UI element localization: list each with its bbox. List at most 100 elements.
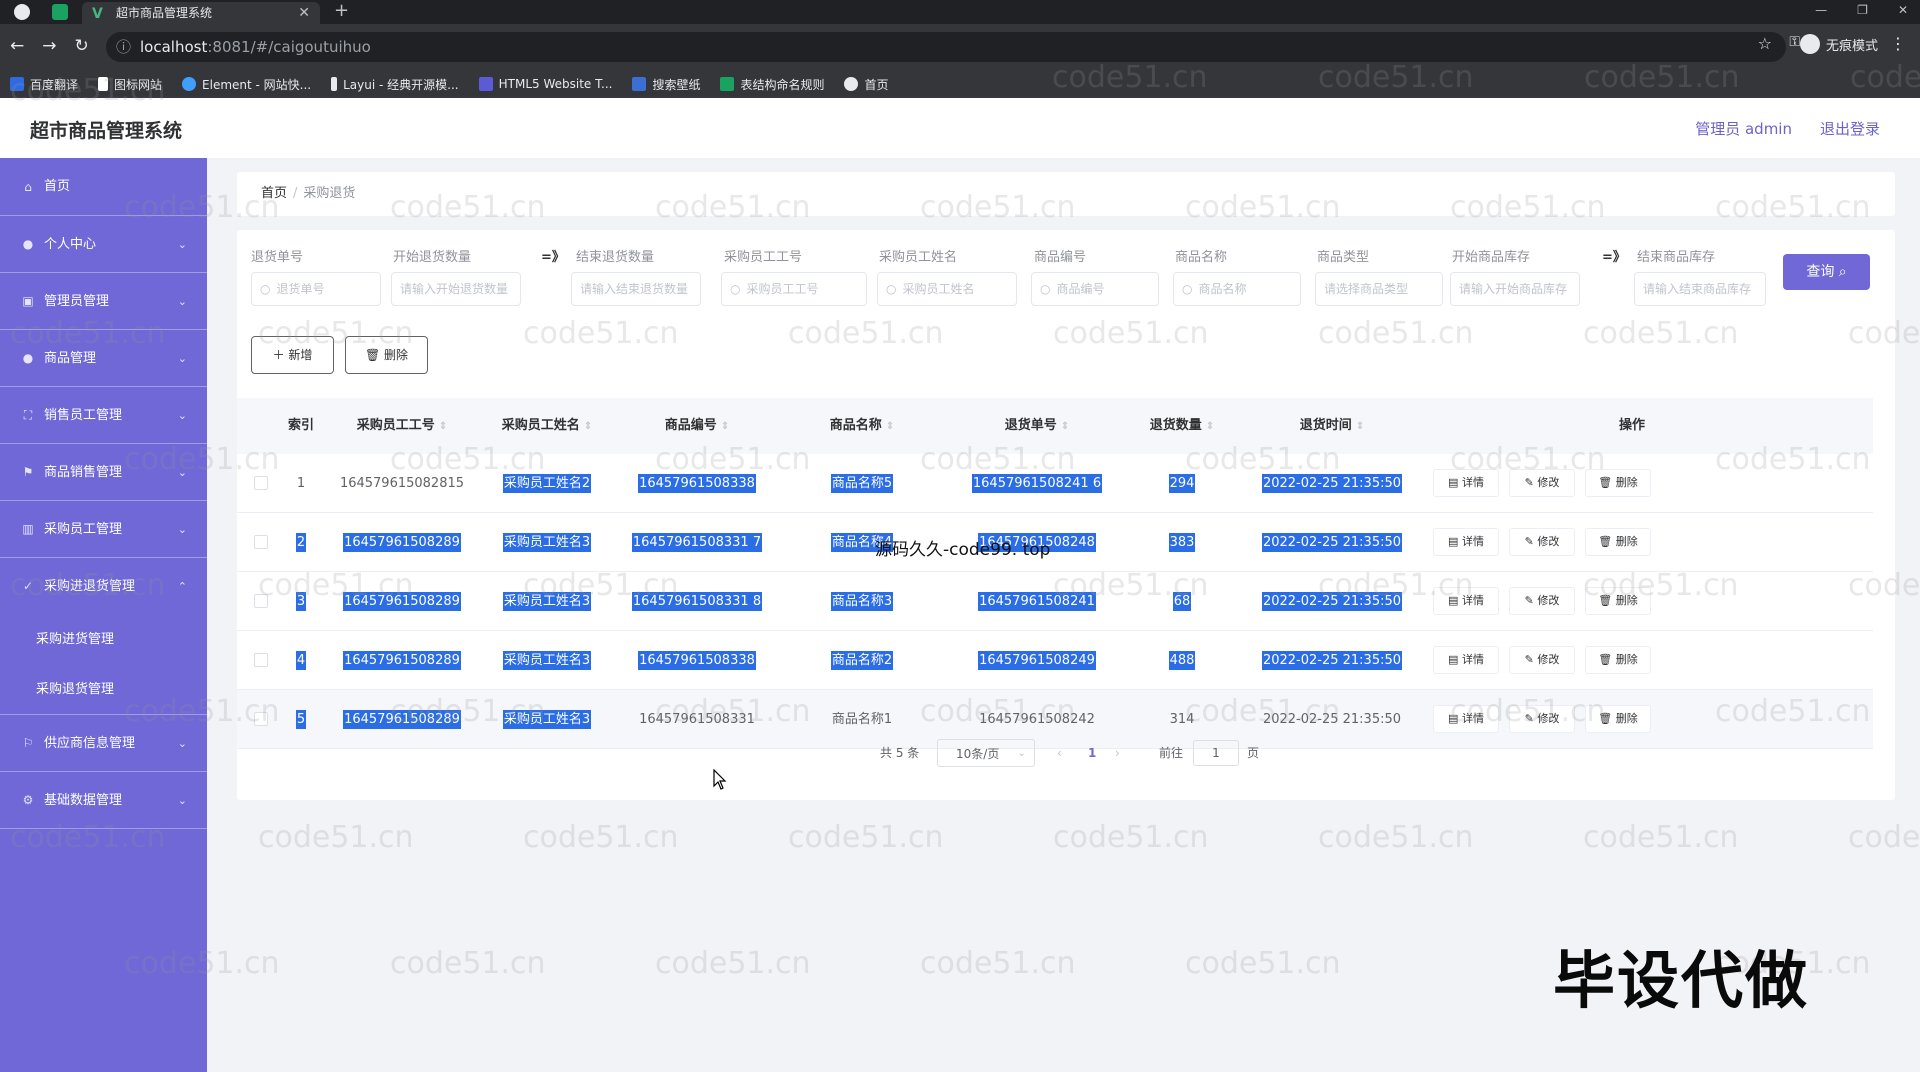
end-stock-input[interactable]: 请输入结束商品库存 [1634, 272, 1766, 306]
tab-close-icon[interactable]: ✕ [298, 2, 310, 24]
sidebar-item-purchase-staff[interactable]: ▥ 采购员工管理 ⌄ [0, 501, 207, 558]
address-bar[interactable]: ⓘ localhost:8081/#/caigoutuihuo [106, 32, 1786, 62]
bookmark-item[interactable]: HTML5 Website T... [478, 77, 612, 91]
bookmark-item[interactable]: Element - 网站快... [182, 76, 311, 93]
edit-button[interactable]: ✎ 修改 [1509, 528, 1575, 556]
staff-name-input[interactable]: ○ 采购员工姓名 [877, 272, 1017, 306]
cell-staff-id: 16457961508289 [337, 631, 467, 690]
add-button[interactable]: ＋ 新增 [251, 336, 334, 374]
sort-icon[interactable]: ⇕ [1061, 421, 1069, 432]
edit-button[interactable]: ✎ 修改 [1509, 646, 1575, 674]
prev-page-icon[interactable]: ‹ [1057, 739, 1062, 767]
incognito-profile[interactable]: 无痕模式 [1799, 34, 1878, 54]
return-no-input[interactable]: ○ 退货单号 [251, 272, 381, 306]
submenu-item-purchase-in[interactable]: 采购进货管理 [0, 615, 207, 665]
row-delete-button[interactable]: 🗑 删除 [1585, 705, 1651, 733]
key-icon[interactable]: ⚿ [1789, 34, 1800, 50]
row-delete-button[interactable]: 🗑 删除 [1585, 587, 1651, 615]
col-staff-id[interactable]: 采购员工工号 ⇕ [337, 398, 467, 454]
product-no-input[interactable]: ○ 商品编号 [1031, 272, 1159, 306]
row-checkbox[interactable] [254, 476, 268, 490]
browser-tab-active[interactable]: V 超市商品管理系统 ✕ [82, 2, 320, 24]
back-icon[interactable]: ← [10, 36, 24, 56]
row-checkbox[interactable] [254, 653, 268, 667]
window-close-icon[interactable]: ✕ [1898, 0, 1908, 20]
detail-button[interactable]: ▤ 详情 [1433, 587, 1499, 615]
row-delete-button[interactable]: 🗑 删除 [1585, 646, 1651, 674]
restore-icon[interactable]: ❐ [1857, 0, 1868, 20]
sidebar: ⌂ 首页 ● 个人中心 ⌄ ▣ 管理员管理 ⌄ ● 商品管理 ⌄ ⛶ 销售员工管… [0, 158, 207, 1072]
edit-button[interactable]: ✎ 修改 [1509, 705, 1575, 733]
col-product-name[interactable]: 商品名称 ⇕ [797, 398, 927, 454]
sort-icon[interactable]: ⇕ [1356, 421, 1364, 432]
current-page[interactable]: 1 [1088, 739, 1096, 767]
bookmark-item[interactable]: 百度翻译 [10, 76, 78, 93]
end-qty-input[interactable]: 请输入结束退货数量 [571, 272, 701, 306]
edit-button[interactable]: ✎ 修改 [1509, 587, 1575, 615]
bookmark-item[interactable]: 首页 [844, 76, 889, 93]
browser-menu-icon[interactable]: ⋮ [1890, 34, 1906, 53]
goto-page-input[interactable]: 1 [1193, 740, 1239, 766]
product-name-input[interactable]: ○ 商品名称 [1173, 272, 1301, 306]
sidebar-item-purchase-returns[interactable]: ✓ 采购进退货管理 ⌃ [0, 558, 207, 615]
sort-icon[interactable]: ⇕ [584, 421, 592, 432]
sidebar-item-base-data[interactable]: ⚙ 基础数据管理 ⌄ [0, 772, 207, 829]
detail-button[interactable]: ▤ 详情 [1433, 528, 1499, 556]
sort-icon[interactable]: ⇕ [721, 421, 729, 432]
browser-globe-icon[interactable] [14, 4, 30, 20]
page-size-select[interactable]: 10条/页 ⌄ [937, 739, 1035, 767]
sidebar-item-sales-staff[interactable]: ⛶ 销售员工管理 ⌄ [0, 387, 207, 444]
start-stock-input[interactable]: 请输入开始商品库存 [1450, 272, 1580, 306]
sort-icon[interactable]: ⇕ [439, 421, 447, 432]
detail-button[interactable]: ▤ 详情 [1433, 705, 1499, 733]
edit-label: 修改 [1537, 653, 1560, 666]
query-button[interactable]: 查询 ⌕ [1783, 254, 1870, 290]
row-delete-button[interactable]: 🗑 删除 [1585, 469, 1651, 497]
bookmark-item[interactable]: 表结构命名规则 [720, 76, 824, 93]
row-delete-button[interactable]: 🗑 删除 [1585, 528, 1651, 556]
col-product-no[interactable]: 商品编号 ⇕ [627, 398, 767, 454]
saved-tab-icon[interactable] [52, 4, 68, 20]
sidebar-item-admins[interactable]: ▣ 管理员管理 ⌄ [0, 273, 207, 330]
submenu-item-purchase-return[interactable]: 采购退货管理 [0, 665, 207, 715]
sidebar-item-home[interactable]: ⌂ 首页 [0, 158, 207, 216]
detail-button[interactable]: ▤ 详情 [1433, 469, 1499, 497]
sidebar-item-product-sales[interactable]: ⚑ 商品销售管理 ⌄ [0, 444, 207, 501]
sort-icon[interactable]: ⇕ [1206, 421, 1214, 432]
user-icon: ● [22, 237, 34, 251]
sidebar-item-profile[interactable]: ● 个人中心 ⌄ [0, 216, 207, 273]
logout-link[interactable]: 退出登录 [1820, 118, 1880, 139]
cell-staff-name: 采购员工姓名3 [477, 572, 617, 631]
start-qty-input[interactable]: 请输入开始退货数量 [391, 272, 521, 306]
bookmark-item[interactable]: 图标网站 [98, 76, 162, 93]
forward-icon[interactable]: → [42, 36, 56, 56]
staff-id-input[interactable]: ○ 采购员工工号 [721, 272, 867, 306]
new-tab-icon[interactable]: + [334, 0, 349, 22]
bookmark-star-icon[interactable]: ☆ [1758, 34, 1772, 53]
detail-button[interactable]: ▤ 详情 [1433, 646, 1499, 674]
sidebar-item-label: 采购进退货管理 [44, 579, 136, 594]
minimize-icon[interactable]: — [1815, 0, 1827, 20]
product-type-select[interactable]: 请选择商品类型 [1315, 272, 1443, 306]
sidebar-item-suppliers[interactable]: ⚐ 供应商信息管理 ⌄ [0, 715, 207, 772]
bookmark-item[interactable]: 搜索壁纸 [632, 76, 700, 93]
col-return-time[interactable]: 退货时间 ⇕ [1247, 398, 1417, 454]
edit-button[interactable]: ✎ 修改 [1509, 469, 1575, 497]
breadcrumb-home[interactable]: 首页 [261, 186, 287, 201]
col-return-qty[interactable]: 退货数量 ⇕ [1127, 398, 1237, 454]
bookmark-item[interactable]: Layui - 经典开源模... [331, 76, 459, 93]
site-info-icon[interactable]: ⓘ [116, 32, 131, 62]
row-checkbox[interactable] [254, 535, 268, 549]
sidebar-item-products[interactable]: ● 商品管理 ⌄ [0, 330, 207, 387]
row-checkbox[interactable] [254, 594, 268, 608]
cell-return-no: 16457961508241 6 [967, 454, 1107, 513]
reload-icon[interactable]: ↻ [75, 36, 89, 56]
sort-icon[interactable]: ⇕ [886, 421, 894, 432]
cell-index: 3 [281, 572, 321, 631]
row-checkbox[interactable] [254, 712, 268, 726]
delete-button[interactable]: 🗑 删除 [345, 336, 428, 374]
next-page-icon[interactable]: › [1115, 739, 1120, 767]
add-button-label: 新增 [288, 348, 313, 362]
col-return-no[interactable]: 退货单号 ⇕ [967, 398, 1107, 454]
col-staff-name[interactable]: 采购员工姓名 ⇕ [477, 398, 617, 454]
